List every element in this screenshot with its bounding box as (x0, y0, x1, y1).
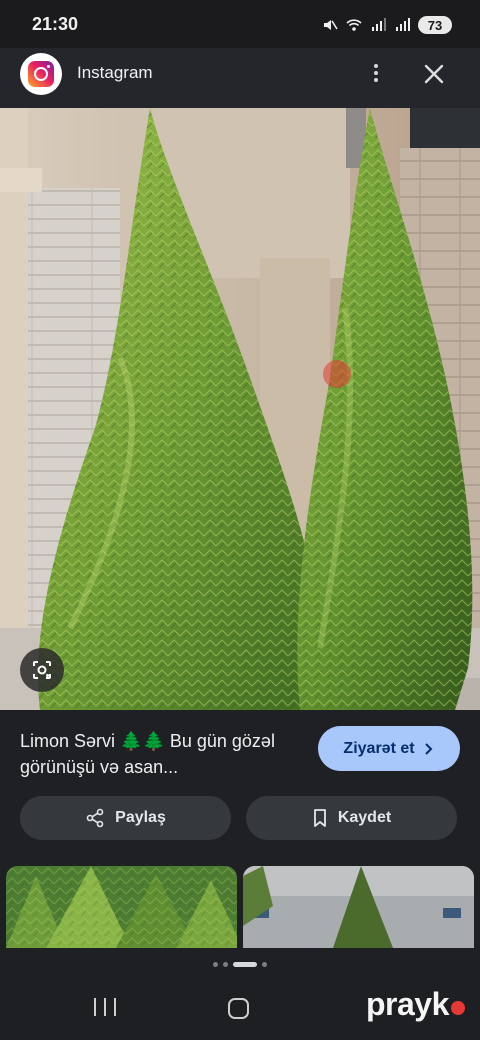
visit-button-label: Ziyarət et (343, 739, 415, 757)
battery-level: 73 (427, 17, 443, 33)
result-panel: Limon Sərvi 🌲🌲 Bu gün gözəl görünüşü və … (0, 710, 480, 960)
signal-icon (396, 18, 410, 31)
watermark-logo: prayk (366, 986, 465, 1023)
page-dot (213, 961, 218, 967)
share-button-label: Paylaş (115, 809, 166, 826)
system-nav-bar: prayk (0, 972, 480, 1040)
save-button[interactable]: Kaydet (246, 796, 457, 840)
related-image-1 (6, 866, 237, 948)
wifi-icon (346, 19, 362, 31)
pagination-dots (0, 960, 480, 968)
related-image-thumbnail[interactable] (243, 866, 474, 948)
share-button[interactable]: Paylaş (20, 796, 231, 840)
status-bar: 21:30 73 (0, 0, 480, 48)
page-dot-active (233, 961, 257, 967)
instagram-logo-icon (20, 53, 62, 95)
lens-button[interactable] (20, 648, 64, 692)
close-icon[interactable] (420, 60, 448, 88)
watermark-dot-icon (450, 1001, 465, 1015)
result-image[interactable] (0, 108, 480, 710)
save-button-label: Kaydet (337, 809, 392, 826)
status-time: 21:30 (32, 14, 79, 34)
lens-icon (33, 661, 51, 679)
battery-icon: 73 (418, 16, 452, 34)
related-image-thumbnail[interactable] (6, 866, 237, 948)
source-header: Instagram (0, 48, 480, 108)
status-icons: 73 (322, 15, 452, 35)
recents-button[interactable] (94, 998, 116, 1016)
cypress-trees-image (0, 108, 480, 710)
page-dot (262, 961, 267, 967)
source-name: Instagram (77, 63, 153, 82)
share-icon (86, 808, 104, 828)
related-image-2 (243, 866, 474, 948)
result-caption[interactable]: Limon Sərvi 🌲🌲 Bu gün gözəl görünüşü və … (20, 728, 300, 780)
bookmark-icon (313, 809, 326, 827)
home-button[interactable] (228, 998, 249, 1019)
more-vert-icon[interactable] (364, 60, 388, 86)
signal-icon (372, 18, 386, 31)
page-dot (223, 961, 228, 967)
chevron-right-icon (424, 742, 432, 755)
visit-button[interactable]: Ziyarət et (318, 726, 460, 771)
mute-icon (324, 20, 338, 30)
